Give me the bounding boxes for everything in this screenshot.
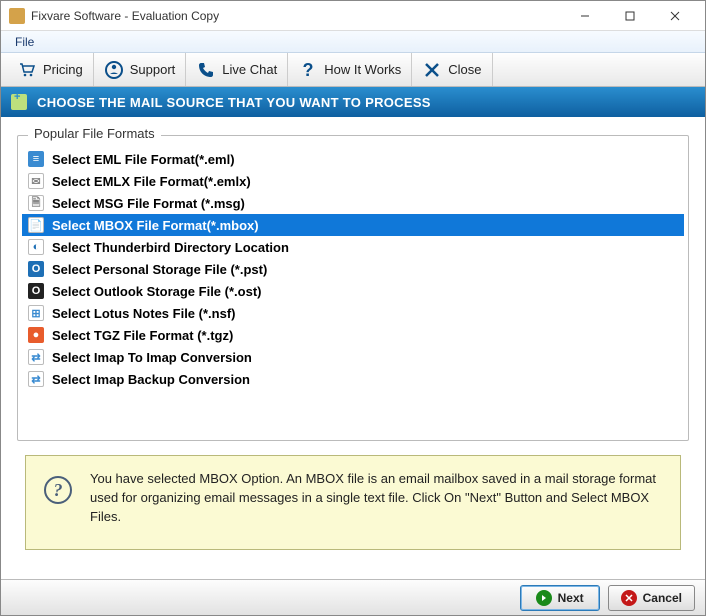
close-icon xyxy=(670,11,680,21)
format-icon: O xyxy=(28,261,44,277)
phone-icon xyxy=(196,60,216,80)
format-item[interactable]: O Select Outlook Storage File (*.ost) xyxy=(22,280,684,302)
minimize-button[interactable] xyxy=(562,2,607,30)
formats-groupbox: Popular File Formats ≡Select EML File Fo… xyxy=(17,135,689,441)
info-area: ? You have selected MBOX Option. An MBOX… xyxy=(1,441,705,550)
format-icon: ◐ xyxy=(28,239,44,255)
next-label: Next xyxy=(558,591,584,605)
cancel-button[interactable]: Cancel xyxy=(608,585,695,611)
format-item[interactable]: ⊞ Select Lotus Notes File (*.nsf) xyxy=(22,302,684,324)
format-label: Select EMLX File Format(*.emlx) xyxy=(52,174,251,189)
question-icon: ? xyxy=(298,60,318,80)
main-panel: Popular File Formats ≡ Select EML File Fo… xyxy=(1,117,705,441)
format-icon: ⇄ xyxy=(28,371,44,387)
pricing-label: Pricing xyxy=(43,62,83,77)
format-label: Select EML File Format(*.eml) xyxy=(52,152,235,167)
support-button[interactable]: Support xyxy=(94,53,187,86)
next-arrow-icon xyxy=(536,590,552,606)
livechat-label: Live Chat xyxy=(222,62,277,77)
cancel-x-icon xyxy=(621,590,637,606)
format-label: Select TGZ File Format (*.tgz) xyxy=(52,328,233,343)
info-box: ? You have selected MBOX Option. An MBOX… xyxy=(25,455,681,550)
format-item[interactable]: ⇄ Select Imap To Imap Conversion xyxy=(22,346,684,368)
format-icon: ⇄ xyxy=(28,349,44,365)
format-label: Select Imap To Imap Conversion xyxy=(52,350,252,365)
format-icon: 🗎 xyxy=(28,195,44,211)
howitworks-label: How It Works xyxy=(324,62,401,77)
format-icon: ⊞ xyxy=(28,305,44,321)
format-item[interactable]: ● Select TGZ File Format (*.tgz) xyxy=(22,324,684,346)
toolbar: Pricing Support Live Chat ? How It Works… xyxy=(1,53,705,87)
format-icon: ● xyxy=(28,327,44,343)
format-icon: ≡ xyxy=(28,151,44,167)
format-item[interactable]: ≡ Select EML File Format(*.eml) xyxy=(22,148,684,170)
howitworks-button[interactable]: ? How It Works xyxy=(288,53,412,86)
section-header: CHOOSE THE MAIL SOURCE THAT YOU WANT TO … xyxy=(1,87,705,117)
support-label: Support xyxy=(130,62,176,77)
section-header-text: CHOOSE THE MAIL SOURCE THAT YOU WANT TO … xyxy=(37,95,431,110)
format-label: Select Imap Backup Conversion xyxy=(52,372,250,387)
maximize-button[interactable] xyxy=(607,2,652,30)
menu-file[interactable]: File xyxy=(7,33,42,51)
info-icon: ? xyxy=(44,476,72,504)
svg-text:?: ? xyxy=(303,60,314,80)
x-icon xyxy=(422,60,442,80)
format-item[interactable]: 🗎 Select MSG File Format (*.msg) xyxy=(22,192,684,214)
format-icon: O xyxy=(28,283,44,299)
close-button[interactable]: Close xyxy=(412,53,492,86)
close-window-button[interactable] xyxy=(652,2,697,30)
format-item[interactable]: ◐ Select Thunderbird Directory Location xyxy=(22,236,684,258)
footer-bar: Next Cancel xyxy=(1,579,705,615)
page-add-icon xyxy=(11,94,27,110)
format-icon: ✉ xyxy=(28,173,44,189)
format-item[interactable]: 📄 Select MBOX File Format(*.mbox) xyxy=(22,214,684,236)
format-label: Select Thunderbird Directory Location xyxy=(52,240,289,255)
window-controls xyxy=(562,2,697,30)
cancel-label: Cancel xyxy=(643,591,682,605)
close-label: Close xyxy=(448,62,481,77)
headset-icon xyxy=(104,60,124,80)
format-label: Select Personal Storage File (*.pst) xyxy=(52,262,267,277)
cart-icon xyxy=(17,60,37,80)
livechat-button[interactable]: Live Chat xyxy=(186,53,288,86)
app-icon xyxy=(9,8,25,24)
minimize-icon xyxy=(580,11,590,21)
format-icon: 📄 xyxy=(28,217,44,233)
format-label: Select Lotus Notes File (*.nsf) xyxy=(52,306,235,321)
titlebar: Fixvare Software - Evaluation Copy xyxy=(1,1,705,31)
format-label: Select MSG File Format (*.msg) xyxy=(52,196,245,211)
maximize-icon xyxy=(625,11,635,21)
format-label: Select MBOX File Format(*.mbox) xyxy=(52,218,259,233)
pricing-button[interactable]: Pricing xyxy=(7,53,94,86)
window-title: Fixvare Software - Evaluation Copy xyxy=(31,9,562,23)
format-item[interactable]: ⇄ Select Imap Backup Conversion xyxy=(22,368,684,390)
format-item[interactable]: O Select Personal Storage File (*.pst) xyxy=(22,258,684,280)
info-text: You have selected MBOX Option. An MBOX f… xyxy=(90,470,662,527)
groupbox-title: Popular File Formats xyxy=(28,126,161,141)
format-label: Select Outlook Storage File (*.ost) xyxy=(52,284,261,299)
format-list: ≡ Select EML File Format(*.eml) ✉ Select EM… xyxy=(22,148,684,390)
format-item[interactable]: ✉ Select EMLX File Format(*.emlx) xyxy=(22,170,684,192)
next-button[interactable]: Next xyxy=(520,585,600,611)
menubar: File xyxy=(1,31,705,53)
